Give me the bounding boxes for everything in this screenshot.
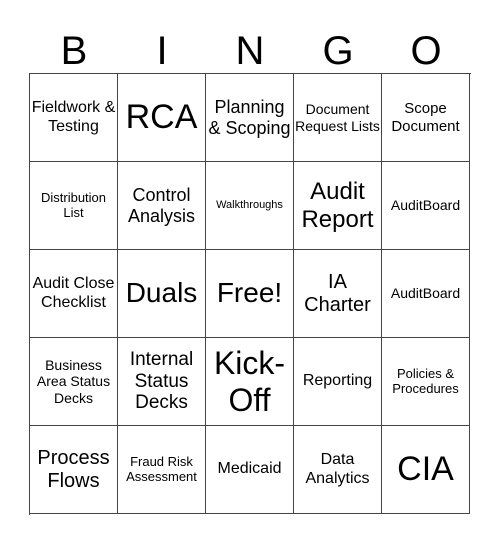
header-letter-i: I [156,29,168,73]
bingo-cell[interactable]: CIA [382,426,470,514]
bingo-cell[interactable]: AuditBoard [382,162,470,250]
bingo-cell[interactable]: Walkthroughs [206,162,294,250]
cell-text: IA Charter [304,270,371,316]
cell-text: Scope Document [391,100,460,135]
cell-text: Business Area Status Decks [36,357,111,406]
bingo-cell[interactable]: Business Area Status Decks [30,338,118,426]
cell-text: Audit Close Checklist [32,275,115,311]
bingo-cell[interactable]: IA Charter [294,250,382,338]
cell-text: Duals [125,277,198,309]
cell-text: Free! [216,277,283,309]
cell-text: Reporting [302,372,373,390]
bingo-cell[interactable]: Data Analytics [294,426,382,514]
bingo-cell[interactable]: Scope Document [382,74,470,162]
bingo-cell-free[interactable]: Free! [206,250,294,338]
cell-text: Policies & Procedures [392,365,459,396]
bingo-card: Fieldwork & Testing RCA Planning & Scopi… [29,73,471,515]
cell-text: Medicaid [217,460,282,478]
header-letter-b: B [60,29,88,73]
bingo-cell[interactable]: Policies & Procedures [382,338,470,426]
bingo-cell[interactable]: Planning & Scoping [206,74,294,162]
bingo-cell[interactable]: AuditBoard [382,250,470,338]
bingo-cell[interactable]: Duals [118,250,206,338]
header-letter-n: N [235,29,265,73]
bingo-cell[interactable]: Distribution List [30,162,118,250]
cell-text: Fieldwork & Testing [31,99,116,135]
bingo-cell[interactable]: Audit Close Checklist [30,250,118,338]
header-letter-o: O [410,29,442,73]
bingo-cell[interactable]: Reporting [294,338,382,426]
cell-text: Walkthroughs [216,199,283,212]
cell-text: RCA [125,97,198,136]
bingo-cell[interactable]: Fieldwork & Testing [30,74,118,162]
cell-text: Fraud Risk Assessment [126,453,197,484]
cell-text: CIA [397,449,454,488]
bingo-cell[interactable]: RCA [118,74,206,162]
cell-text: Kick-Off [213,344,286,418]
cell-text: Distribution List [40,189,107,220]
cell-text: AuditBoard [390,285,461,302]
bingo-cell[interactable]: Fraud Risk Assessment [118,426,206,514]
cell-text: Audit Report [301,177,374,233]
cell-text: Document Request Lists [295,101,380,134]
bingo-cell[interactable]: Kick-Off [206,338,294,426]
bingo-cell[interactable]: Medicaid [206,426,294,514]
cell-text: Data Analytics [305,451,370,487]
cell-text: Control Analysis [127,184,196,226]
cell-text: AuditBoard [390,197,461,214]
bingo-cell[interactable]: Process Flows [30,426,118,514]
bingo-cell[interactable]: Control Analysis [118,162,206,250]
cell-text: Internal Status Decks [129,348,194,414]
header-letter-g: G [322,29,354,73]
bingo-cell[interactable]: Document Request Lists [294,74,382,162]
cell-text: Planning & Scoping [208,96,291,138]
bingo-cell[interactable]: Audit Report [294,162,382,250]
cell-text: Process Flows [37,446,110,492]
bingo-cell[interactable]: Internal Status Decks [118,338,206,426]
bingo-header: B I N G O [30,28,470,74]
